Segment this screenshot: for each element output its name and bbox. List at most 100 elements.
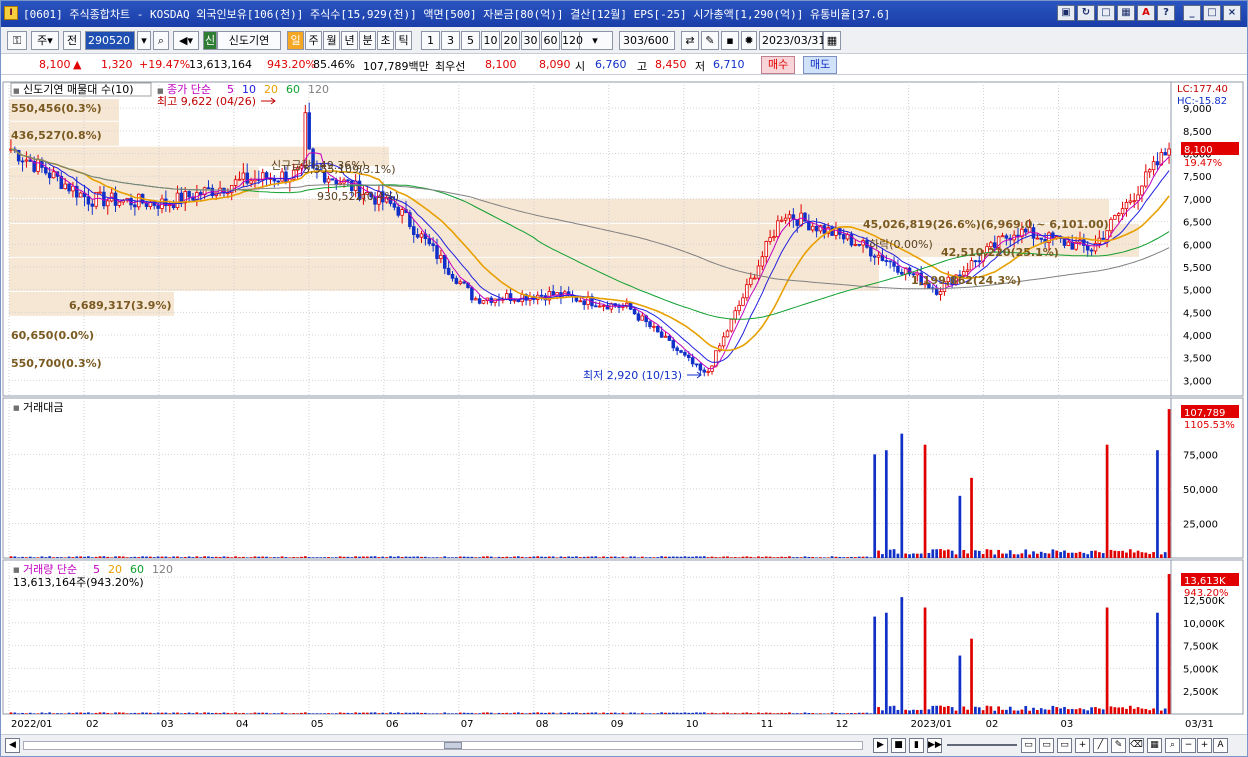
volume-bar bbox=[974, 706, 977, 714]
volume-bar bbox=[458, 712, 462, 714]
interval-button[interactable]: 10 bbox=[481, 31, 500, 50]
volume-bar bbox=[1132, 708, 1136, 714]
settings-icon[interactable]: ✹ bbox=[741, 31, 757, 50]
volume-bar bbox=[17, 713, 21, 714]
stock-chart[interactable]: 2022/01 02 03 04 05 06 07 08 09 10 11 12 2023/01 02 03… bbox=[1, 76, 1247, 734]
interval-button[interactable]: 5 bbox=[461, 31, 480, 50]
zoom-slider[interactable] bbox=[947, 744, 1017, 746]
fast-forward-icon[interactable]: ▶▶ bbox=[927, 738, 942, 753]
period-button[interactable]: 초 bbox=[377, 31, 394, 50]
volume-bar bbox=[621, 712, 625, 714]
zoom-in-icon[interactable]: + bbox=[1197, 738, 1212, 753]
zoom-search-icon[interactable]: ⌕ bbox=[1165, 738, 1180, 753]
amount-bar bbox=[466, 556, 470, 558]
interval-button[interactable]: 120 bbox=[561, 31, 583, 50]
stock-name-button[interactable]: 신도기연 bbox=[217, 31, 281, 50]
x-axis-label: 2023/01 bbox=[911, 719, 953, 730]
layout3-icon[interactable]: ▭ bbox=[1057, 738, 1072, 753]
scroll-left-icon[interactable]: ◀ bbox=[5, 738, 20, 753]
code-dropdown-icon[interactable]: ▾ bbox=[137, 31, 151, 50]
grid-icon[interactable]: ▦ bbox=[1147, 738, 1162, 753]
period-button[interactable]: 틱 bbox=[395, 31, 412, 50]
stop-icon[interactable]: ■ bbox=[891, 738, 906, 753]
close-icon[interactable]: × bbox=[1223, 5, 1241, 21]
period-button[interactable]: 년 bbox=[341, 31, 358, 50]
draw-tool-icon[interactable]: ✎ bbox=[1111, 738, 1126, 753]
speaker-icon[interactable]: ◀▾ bbox=[173, 31, 199, 50]
amount-bar bbox=[261, 556, 265, 558]
market-select[interactable]: 주▾ bbox=[31, 31, 59, 50]
volume-ratio: 943.20% bbox=[267, 58, 316, 71]
app-icon: I bbox=[4, 6, 18, 20]
volume-bar bbox=[547, 712, 551, 714]
period-button[interactable]: 분 bbox=[359, 31, 376, 50]
amount-bar bbox=[640, 556, 644, 558]
font-size-icon[interactable]: A bbox=[1213, 738, 1228, 753]
lock-icon[interactable]: ⚿ bbox=[7, 31, 27, 50]
candle-body bbox=[938, 291, 943, 295]
horizontal-scrollbar[interactable] bbox=[23, 741, 863, 750]
compare-icon[interactable]: ⇄ bbox=[681, 31, 699, 50]
period-button[interactable]: 주 bbox=[305, 31, 322, 50]
chart-icon[interactable]: ▦ bbox=[1117, 5, 1135, 21]
amount-bar bbox=[497, 556, 501, 558]
volume-bar bbox=[269, 713, 272, 714]
amount-bar bbox=[1024, 549, 1028, 558]
play-icon[interactable]: ▶ bbox=[873, 738, 888, 753]
stock-code-input[interactable]: 290520 bbox=[85, 31, 135, 50]
x-axis-label: 02 bbox=[86, 719, 99, 730]
volume-bar bbox=[501, 713, 505, 714]
interval-button[interactable]: 1 bbox=[421, 31, 440, 50]
line-tool-icon[interactable]: ╱ bbox=[1093, 738, 1108, 753]
window-icon[interactable]: □ bbox=[1097, 5, 1115, 21]
amount-bar bbox=[482, 556, 485, 558]
crosshair-icon[interactable]: + bbox=[1075, 738, 1090, 753]
amount-bar bbox=[830, 556, 834, 558]
interval-button[interactable]: 60 bbox=[541, 31, 560, 50]
minimize-icon[interactable]: _ bbox=[1183, 5, 1201, 21]
title-controls: ▣ ↻ □ ▦ A ? _ □ × bbox=[1057, 5, 1241, 21]
interval-button[interactable]: 3 bbox=[441, 31, 460, 50]
count-input[interactable]: 303/600 bbox=[619, 31, 675, 50]
volume-y-tick: 7,500K bbox=[1183, 642, 1219, 653]
tools-icon[interactable]: ✎ bbox=[701, 31, 719, 50]
volume-bar bbox=[764, 712, 768, 714]
maximize-icon[interactable]: □ bbox=[1203, 5, 1221, 21]
buy-button[interactable]: 매수 bbox=[761, 56, 796, 74]
interval-button[interactable]: 20 bbox=[501, 31, 520, 50]
amount-bar bbox=[714, 557, 718, 558]
volume-bar bbox=[482, 712, 485, 714]
volume-bar bbox=[241, 712, 245, 714]
amount-bar bbox=[660, 556, 664, 558]
amount-bar bbox=[145, 556, 148, 558]
refresh-icon[interactable]: ↻ bbox=[1077, 5, 1095, 21]
period-button[interactable]: 일 bbox=[287, 31, 304, 50]
amount-bar bbox=[516, 556, 520, 558]
candle-body bbox=[1085, 245, 1090, 251]
search-icon[interactable]: ⌕ bbox=[153, 31, 169, 50]
zoom-out-icon[interactable]: − bbox=[1181, 738, 1196, 753]
calendar-icon[interactable]: ▦ bbox=[823, 31, 841, 50]
scroll-thumb[interactable] bbox=[444, 742, 462, 749]
x-axis-label: 09 bbox=[611, 719, 624, 730]
sell-button[interactable]: 매도 bbox=[803, 56, 838, 74]
date-input[interactable]: 2023/03/31 bbox=[759, 31, 825, 50]
amount-bar bbox=[702, 556, 706, 558]
volume-bar bbox=[609, 712, 613, 714]
candle-body bbox=[90, 203, 95, 207]
restore-icon[interactable]: ▣ bbox=[1057, 5, 1075, 21]
font-icon[interactable]: A bbox=[1137, 5, 1155, 21]
prev-button[interactable]: 전 bbox=[63, 31, 81, 50]
volume-bar bbox=[633, 712, 636, 714]
help-icon[interactable]: ? bbox=[1157, 5, 1175, 21]
amount-bar bbox=[513, 556, 516, 558]
save-icon[interactable]: ▪ bbox=[721, 31, 739, 50]
volume-bar bbox=[559, 712, 563, 714]
eraser-icon[interactable]: ⌫ bbox=[1129, 738, 1144, 753]
layout2-icon[interactable]: ▭ bbox=[1039, 738, 1054, 753]
interval-button[interactable]: 30 bbox=[521, 31, 540, 50]
pause-icon[interactable]: ▮ bbox=[909, 738, 924, 753]
period-button[interactable]: 월 bbox=[323, 31, 340, 50]
layout1-icon[interactable]: ▭ bbox=[1021, 738, 1036, 753]
amount-bar bbox=[118, 556, 121, 558]
